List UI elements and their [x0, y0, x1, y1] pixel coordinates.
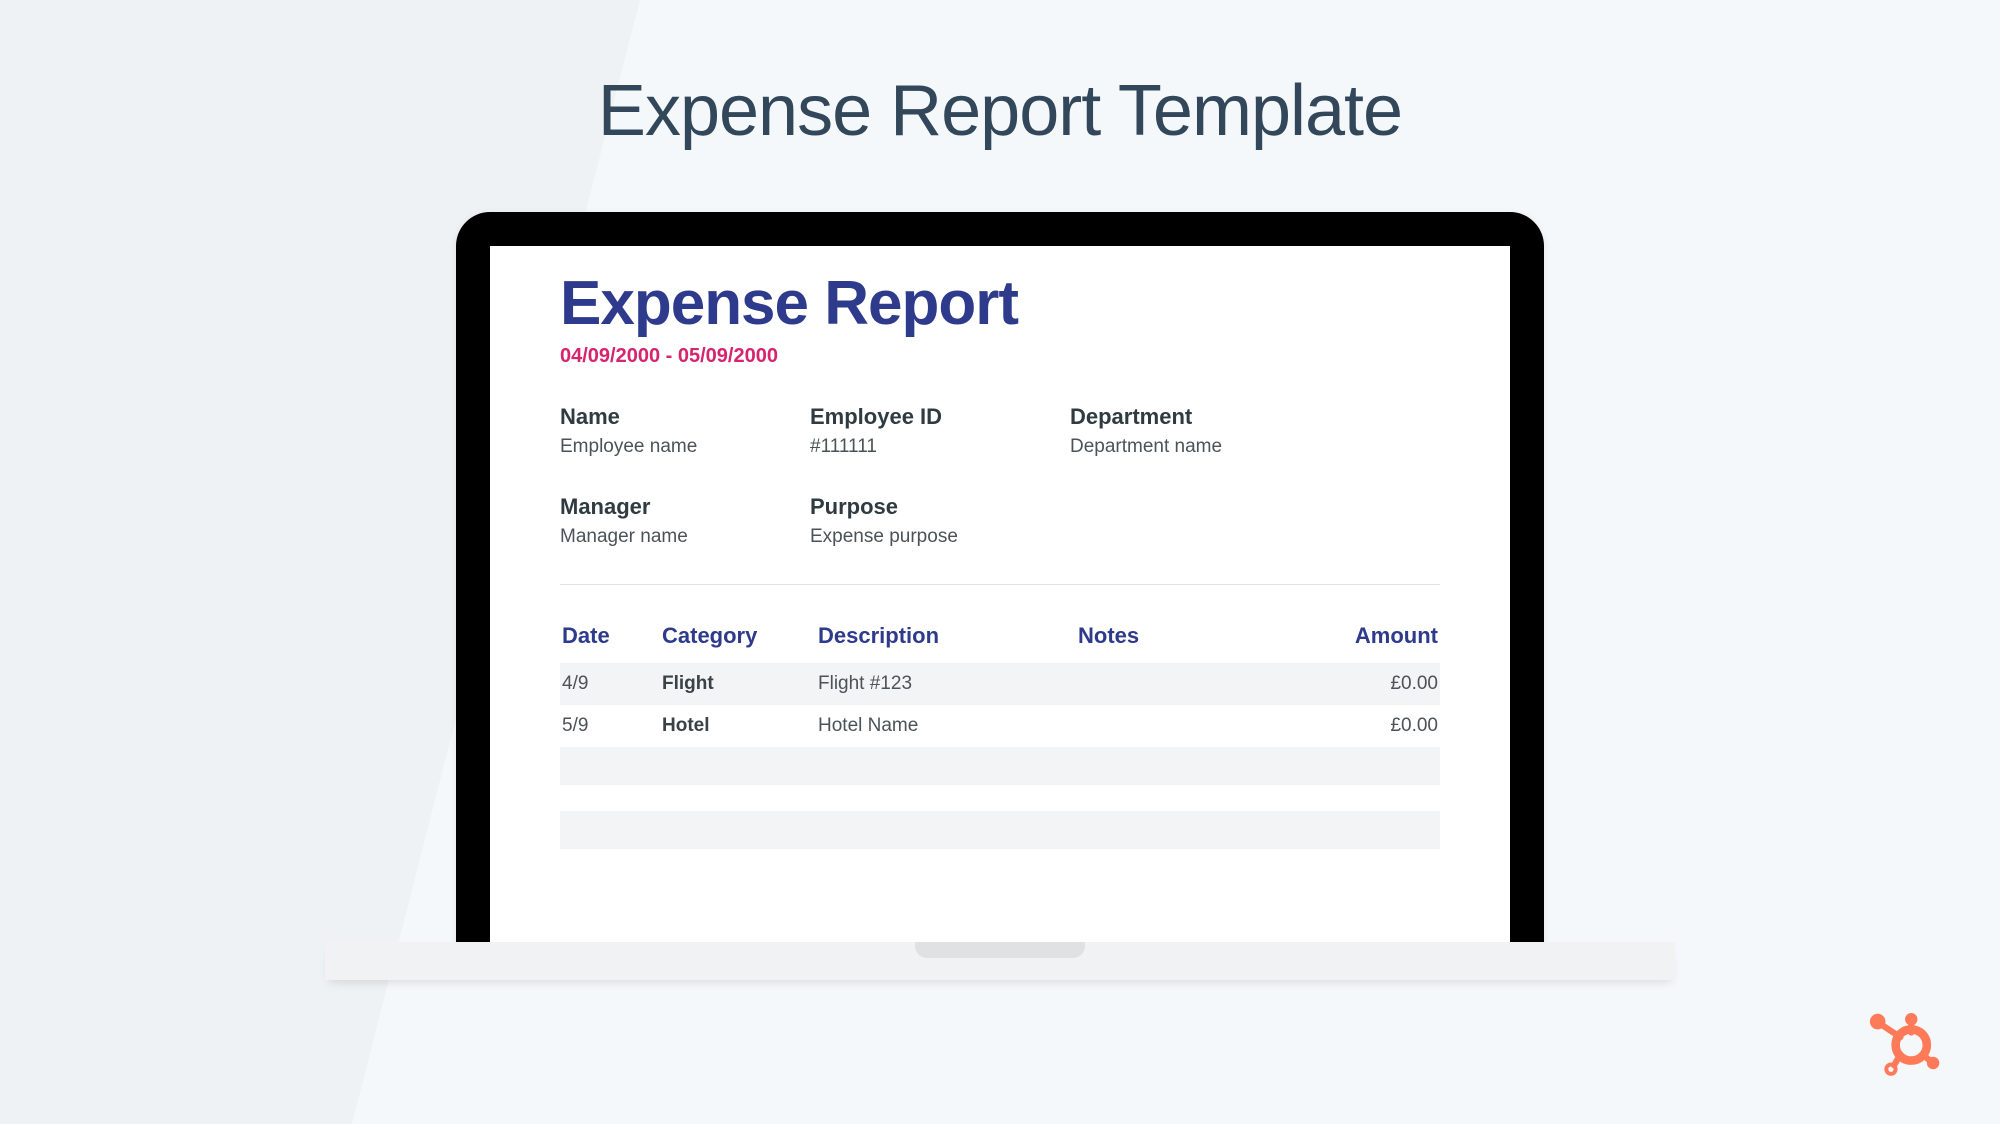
field-purpose: Purpose Expense purpose: [810, 494, 1070, 548]
laptop-notch: [915, 942, 1085, 958]
field-manager-label: Manager: [560, 494, 810, 520]
cell-description: Flight #123: [816, 663, 1076, 705]
col-header-notes: Notes: [1076, 615, 1276, 663]
col-header-amount: Amount: [1276, 615, 1440, 663]
cell-category: Hotel: [660, 705, 816, 747]
col-header-category: Category: [660, 615, 816, 663]
field-manager-value: Manager name: [560, 526, 810, 548]
cell-category: Flight: [660, 663, 816, 705]
field-name-value: Employee name: [560, 436, 810, 458]
report-info-grid: Name Employee name Employee ID #111111 D…: [560, 404, 1440, 548]
report-date-range: 04/09/2000 - 05/09/2000: [560, 345, 1440, 368]
page-title: Expense Report Template: [0, 0, 2000, 152]
hubspot-logo-icon: [1866, 1006, 1944, 1084]
expense-table: Date Category Description Notes Amount 4…: [560, 615, 1440, 849]
field-department-value: Department name: [1070, 436, 1440, 458]
laptop-screen: Expense Report 04/09/2000 - 05/09/2000 N…: [490, 246, 1510, 942]
report-title: Expense Report: [560, 268, 1440, 339]
table-row-empty: [560, 747, 1440, 785]
field-department: Department Department name: [1070, 404, 1440, 458]
field-name: Name Employee name: [560, 404, 810, 458]
divider: [560, 584, 1440, 585]
field-department-label: Department: [1070, 404, 1440, 430]
cell-amount: £0.00: [1276, 663, 1440, 705]
field-purpose-value: Expense purpose: [810, 526, 1070, 548]
table-row: 4/9 Flight Flight #123 £0.00: [560, 663, 1440, 705]
laptop-frame: Expense Report 04/09/2000 - 05/09/2000 N…: [456, 212, 1544, 942]
cell-notes: [1076, 705, 1276, 747]
cell-description: Hotel Name: [816, 705, 1076, 747]
table-gap: [560, 785, 1440, 811]
col-header-date: Date: [560, 615, 660, 663]
field-employee-id-label: Employee ID: [810, 404, 1070, 430]
cell-date: 5/9: [560, 705, 660, 747]
field-purpose-label: Purpose: [810, 494, 1070, 520]
field-employee-id-value: #111111: [810, 436, 1070, 458]
laptop-base: [325, 942, 1675, 980]
field-manager: Manager Manager name: [560, 494, 810, 548]
table-header-row: Date Category Description Notes Amount: [560, 615, 1440, 663]
field-employee-id: Employee ID #111111: [810, 404, 1070, 458]
table-row: 5/9 Hotel Hotel Name £0.00: [560, 705, 1440, 747]
table-row-empty: [560, 811, 1440, 849]
laptop-mockup: Expense Report 04/09/2000 - 05/09/2000 N…: [325, 212, 1675, 980]
cell-date: 4/9: [560, 663, 660, 705]
field-name-label: Name: [560, 404, 810, 430]
col-header-description: Description: [816, 615, 1076, 663]
cell-notes: [1076, 663, 1276, 705]
cell-amount: £0.00: [1276, 705, 1440, 747]
